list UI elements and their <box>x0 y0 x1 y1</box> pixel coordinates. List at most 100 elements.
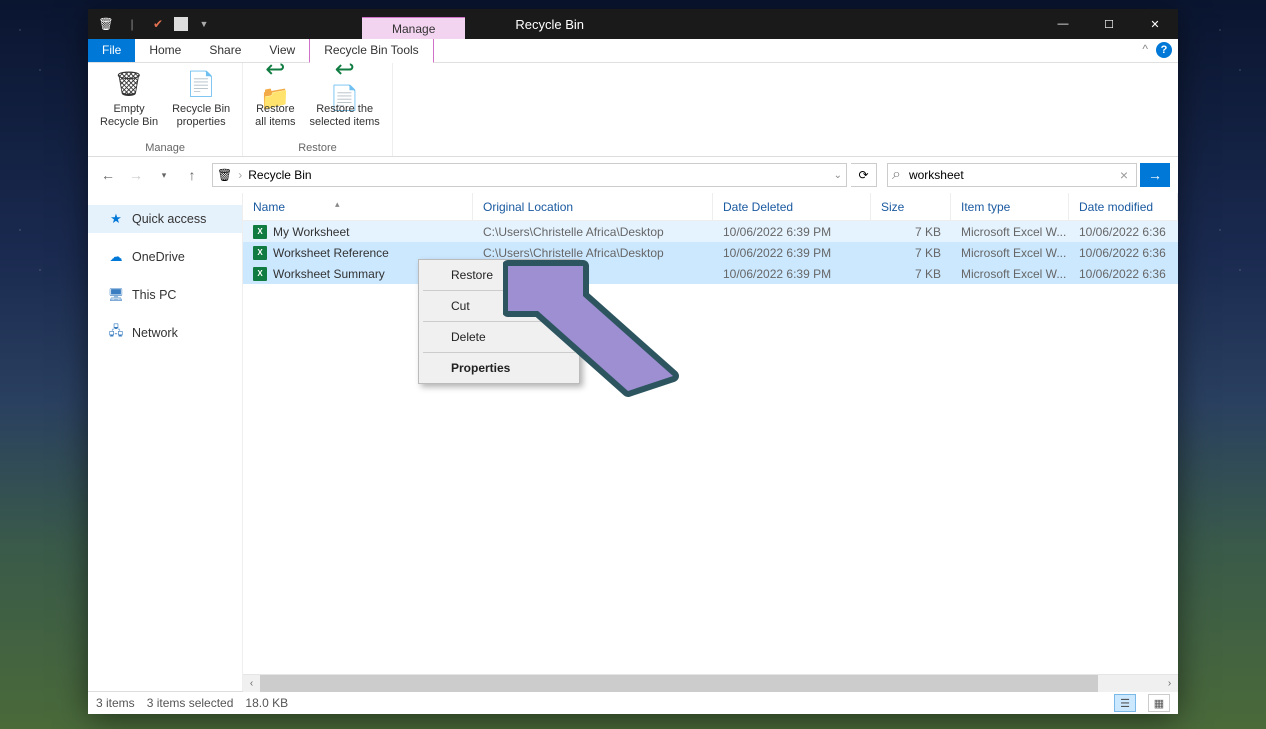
col-size[interactable]: Size <box>871 193 951 220</box>
item-count: 3 items <box>96 696 135 710</box>
tab-file[interactable]: File <box>88 39 135 62</box>
file-name: Worksheet Summary <box>273 267 385 281</box>
onedrive-label: OneDrive <box>132 250 185 264</box>
excel-icon: X <box>253 246 267 260</box>
forward-button[interactable]: → <box>124 163 148 187</box>
chevron-right-icon: › <box>238 168 242 182</box>
search-input[interactable] <box>905 168 1112 182</box>
icons-view-button[interactable]: ▦ <box>1148 694 1170 712</box>
restore-all-icon: ↩📁 <box>259 69 291 101</box>
restsel-label-1: Restore the <box>316 103 373 116</box>
file-row[interactable]: XWorksheet Reference C:\Users\Christelle… <box>243 242 1178 263</box>
empty-recycle-bin-button[interactable]: 🗑 Empty Recycle Bin <box>94 65 164 140</box>
title-bar[interactable]: 🗑 | ✔ ▼ Manage Recycle Bin — ☐ ✕ <box>88 9 1178 39</box>
file-name: Worksheet Reference <box>273 246 389 260</box>
thispc-label: This PC <box>132 288 176 302</box>
horizontal-scrollbar[interactable]: ‹ › <box>243 674 1178 691</box>
address-dropdown-icon[interactable]: ⌄ <box>834 170 842 181</box>
empty-label-2: Recycle Bin <box>100 116 158 129</box>
file-size: 7 KB <box>871 267 951 281</box>
maximize-button[interactable]: ☐ <box>1086 9 1132 39</box>
close-button[interactable]: ✕ <box>1132 9 1178 39</box>
scroll-right-icon[interactable]: › <box>1161 675 1178 692</box>
clear-search-icon[interactable]: × <box>1112 167 1136 183</box>
navigation-pane[interactable]: ★ Quick access ☁ OneDrive 🖥 This PC 🖧 Ne… <box>88 193 243 691</box>
new-folder-icon[interactable] <box>174 17 188 31</box>
file-modified: 10/06/2022 6:36 <box>1069 225 1178 239</box>
file-deleted: 10/06/2022 6:39 PM <box>713 267 871 281</box>
explorer-window: 🗑 | ✔ ▼ Manage Recycle Bin — ☐ ✕ File Ho… <box>88 9 1178 714</box>
column-headers: Name▴ Original Location Date Deleted Siz… <box>243 193 1178 221</box>
search-box[interactable]: ⌕ × <box>887 163 1137 187</box>
check-icon[interactable]: ✔ <box>148 14 168 34</box>
collapse-ribbon-icon[interactable]: ^ <box>1142 42 1148 58</box>
sidebar-network[interactable]: 🖧 Network <box>88 319 242 347</box>
col-item-type[interactable]: Item type <box>951 193 1069 220</box>
scroll-thumb[interactable] <box>260 675 1098 692</box>
manage-context-tab[interactable]: Manage <box>362 17 465 39</box>
navigation-bar: ← → ▾ ↑ 🗑 › Recycle Bin ⌄ ⟳ ⌕ × → <box>88 157 1178 193</box>
col-date-modified[interactable]: Date modified <box>1069 193 1178 220</box>
minimize-button[interactable]: — <box>1040 9 1086 39</box>
context-separator <box>423 290 575 291</box>
status-bar: 3 items 3 items selected 18.0 KB ☰ ▦ <box>88 691 1178 714</box>
scroll-track[interactable] <box>260 675 1161 692</box>
recycle-bin-properties-button[interactable]: 📄 Recycle Bin properties <box>166 65 236 140</box>
search-icon: ⌕ <box>888 166 905 184</box>
trash-icon: 🗑 <box>113 69 145 101</box>
group-label-restore: Restore <box>298 140 337 156</box>
contextual-tab-group: Manage <box>362 9 465 39</box>
restore-selected-button[interactable]: ↩📄 Restore the selected items <box>304 65 386 140</box>
breadcrumb-text[interactable]: Recycle Bin <box>248 168 311 182</box>
properties-icon: 📄 <box>185 69 217 101</box>
help-icon[interactable]: ? <box>1156 42 1172 58</box>
cloud-icon: ☁ <box>108 249 124 265</box>
refresh-button[interactable]: ⟳ <box>851 163 877 187</box>
recycle-bin-icon[interactable]: 🗑 <box>96 14 116 34</box>
search-submit-button[interactable]: → <box>1140 163 1170 187</box>
context-properties[interactable]: Properties <box>421 355 577 381</box>
col-original-location[interactable]: Original Location <box>473 193 713 220</box>
ribbon: 🗑 Empty Recycle Bin 📄 Recycle Bin proper… <box>88 63 1178 157</box>
props-label-2: properties <box>177 116 226 129</box>
file-list[interactable]: X My Worksheet C:\Users\Christelle Africa… <box>243 221 1178 674</box>
col-name[interactable]: Name▴ <box>243 193 473 220</box>
file-row[interactable]: XMy Worksheet C:\Users\Christelle Africa… <box>243 221 1178 242</box>
sidebar-this-pc[interactable]: 🖥 This PC <box>88 281 242 309</box>
group-label-manage: Manage <box>145 140 185 156</box>
back-button[interactable]: ← <box>96 163 120 187</box>
ribbon-group-restore: ↩📁 Restore all items ↩📄 Restore the sele… <box>243 63 393 156</box>
ribbon-group-manage: 🗑 Empty Recycle Bin 📄 Recycle Bin proper… <box>88 63 243 156</box>
up-button[interactable]: ↑ <box>180 163 204 187</box>
file-name: My Worksheet <box>273 225 349 239</box>
empty-label-1: Empty <box>113 103 144 116</box>
recent-dropdown-icon[interactable]: ▾ <box>152 163 176 187</box>
scroll-left-icon[interactable]: ‹ <box>243 675 260 692</box>
window-title: Recycle Bin <box>515 17 584 32</box>
restore-all-button[interactable]: ↩📁 Restore all items <box>249 65 301 140</box>
context-separator <box>423 321 575 322</box>
col-date-deleted[interactable]: Date Deleted <box>713 193 871 220</box>
pc-icon: 🖥 <box>108 287 124 303</box>
sidebar-quick-access[interactable]: ★ Quick access <box>88 205 242 233</box>
selected-count: 3 items selected <box>147 696 234 710</box>
context-delete[interactable]: Delete <box>421 324 577 350</box>
qat-separator: | <box>122 14 142 34</box>
file-deleted: 10/06/2022 6:39 PM <box>713 225 871 239</box>
sidebar-onedrive[interactable]: ☁ OneDrive <box>88 243 242 271</box>
tab-share[interactable]: Share <box>195 39 255 62</box>
tab-home[interactable]: Home <box>135 39 195 62</box>
ribbon-tab-strip: File Home Share View Recycle Bin Tools ^… <box>88 39 1178 63</box>
tab-view[interactable]: View <box>255 39 309 62</box>
file-size: 7 KB <box>871 246 951 260</box>
context-cut[interactable]: Cut <box>421 293 577 319</box>
address-bar[interactable]: 🗑 › Recycle Bin ⌄ <box>212 163 847 187</box>
details-view-button[interactable]: ☰ <box>1114 694 1136 712</box>
context-restore[interactable]: Restore <box>421 262 577 288</box>
tab-recycle-bin-tools[interactable]: Recycle Bin Tools <box>309 39 434 63</box>
file-row[interactable]: XWorksheet Summary \Desktop 10/06/2022 6… <box>243 263 1178 284</box>
network-icon: 🖧 <box>108 325 124 341</box>
file-location: C:\Users\Christelle Africa\Desktop <box>473 225 713 239</box>
file-view: Name▴ Original Location Date Deleted Siz… <box>243 193 1178 691</box>
qat-dropdown-icon[interactable]: ▼ <box>194 14 214 34</box>
